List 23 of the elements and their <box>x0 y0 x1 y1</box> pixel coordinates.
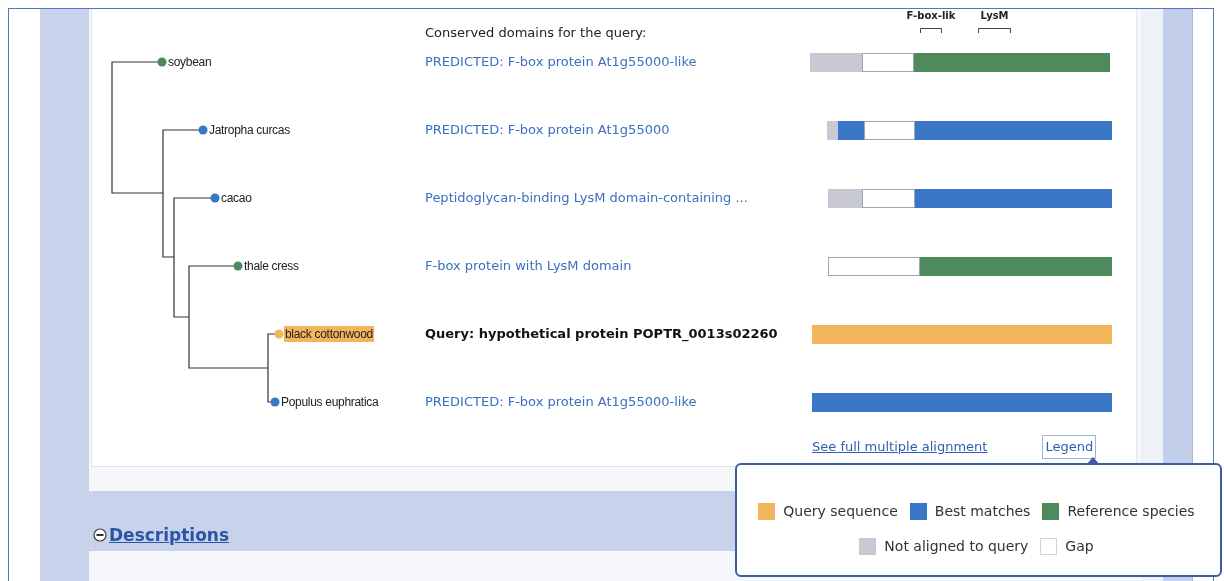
species-label: thale cress <box>243 258 300 274</box>
protein-link[interactable]: Peptidoglycan-binding LysM domain-containing ... <box>425 189 810 207</box>
legend-label: Best matches <box>934 502 1031 521</box>
legend-label: Query sequence <box>783 502 898 521</box>
protein-link[interactable]: PREDICTED: F-box protein At1g55000-like <box>425 53 810 71</box>
species-label: black cottonwood <box>284 326 374 342</box>
legend-label: Gap <box>1065 537 1094 556</box>
species-label: cacao <box>220 190 253 206</box>
domain-label: F-box-lik <box>906 10 956 22</box>
protein-link[interactable]: PREDICTED: F-box protein At1g55000-like <box>425 393 810 411</box>
legend-label: Not aligned to query <box>884 537 1029 556</box>
alignment-link[interactable]: See full multiple alignment <box>812 437 988 457</box>
domain-label: LysM <box>980 10 1009 22</box>
legend-button[interactable]: Legend <box>1042 435 1097 459</box>
protein-link[interactable]: F-box protein with LysM domain <box>425 257 810 275</box>
legend-label: Reference species <box>1067 502 1195 521</box>
heading: Conserved domains for the query: <box>425 24 648 42</box>
protein-link[interactable]: PREDICTED: F-box protein At1g55000 <box>425 121 810 139</box>
section-link[interactable]: Descriptions <box>109 525 230 545</box>
species-label: Populus euphratica <box>280 394 380 410</box>
species-label: Jatropha curcas <box>208 122 291 138</box>
query-title: Query: hypothetical protein POPTR_0013s02260 <box>425 325 779 343</box>
species-label: soybean <box>167 54 213 70</box>
